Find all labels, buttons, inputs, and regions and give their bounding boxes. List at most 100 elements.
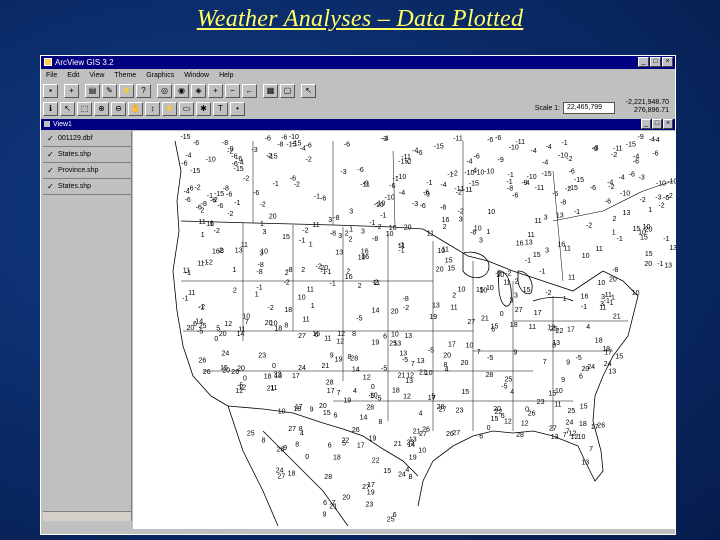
station-value-label: 11: [534, 218, 541, 225]
view-minimize-button[interactable]: _: [641, 119, 651, 129]
station-value-label: -2: [227, 211, 233, 218]
station-value-label: 10: [391, 332, 399, 339]
zoom-selected-icon[interactable]: ◈: [191, 83, 206, 98]
menu-graphics[interactable]: Graphics: [141, 70, 179, 82]
minimize-button[interactable]: _: [638, 57, 649, 67]
station-value-label: 2: [452, 293, 456, 300]
station-value-label: 10: [370, 392, 378, 399]
station-value-label: -2: [214, 228, 220, 235]
scale-input[interactable]: 22,465,799: [563, 102, 615, 114]
station-value-label: 24: [604, 361, 612, 368]
station-value-label: 4: [405, 467, 409, 474]
zoom-out-tool-icon[interactable]: ⊖: [111, 101, 126, 116]
hotlink-tool-icon[interactable]: ⚡: [162, 101, 177, 116]
station-value-label: -5: [487, 355, 493, 362]
zoom-in-icon[interactable]: +: [208, 83, 223, 98]
station-value-label: -6: [495, 135, 501, 142]
station-value-label: 12: [504, 419, 512, 426]
station-value-label: 23: [456, 407, 464, 414]
menu-window[interactable]: Window: [179, 70, 214, 82]
checkbox-icon[interactable]: ✓: [47, 151, 54, 159]
station-value-label: -4: [237, 159, 243, 166]
station-value-label: 13: [556, 213, 564, 220]
station-value-label: -8: [372, 236, 378, 243]
station-value-label: -15: [542, 171, 552, 178]
add-theme-icon[interactable]: +: [64, 83, 79, 98]
help-icon[interactable]: ↖: [301, 83, 316, 98]
station-value-label: -11: [453, 135, 463, 142]
draw-icon[interactable]: •: [230, 101, 245, 116]
station-value-label: -9: [521, 180, 527, 187]
save-icon[interactable]: ▪: [43, 83, 58, 98]
select-by-theme-icon[interactable]: ▦: [263, 83, 278, 98]
station-value-label: 10: [582, 253, 590, 260]
station-value-label: 27: [549, 425, 557, 432]
hot-link-icon[interactable]: ⚡: [119, 83, 134, 98]
area-select-icon[interactable]: ▭: [179, 101, 194, 116]
station-value-label: -6: [420, 203, 426, 210]
menu-edit[interactable]: Edit: [62, 70, 84, 82]
station-value-label: 1: [311, 303, 315, 310]
station-value-label: -5: [428, 348, 434, 355]
menu-help[interactable]: Help: [214, 70, 238, 82]
map-canvas[interactable]: 13 -2 2 10 20 24 -6 -10 1 5 -2 -1 -1 15 16 26 1 -4 -5 1 22 -8…: [133, 131, 676, 529]
menu-theme[interactable]: Theme: [109, 70, 141, 82]
station-value-label: 1: [648, 207, 652, 214]
station-value-label: 0: [487, 425, 491, 432]
station-value-label: -1: [561, 140, 567, 147]
theme-item[interactable]: ✓ Province.shp: [43, 163, 131, 179]
close-button[interactable]: ×: [662, 57, 673, 67]
checkbox-icon[interactable]: ✓: [47, 167, 54, 175]
measure-icon[interactable]: ↕: [145, 101, 160, 116]
theme-item[interactable]: ✓ States.shp: [43, 147, 131, 163]
vertex-edit-icon[interactable]: ⬚: [77, 101, 92, 116]
station-value-label: 12: [224, 321, 232, 328]
theme-properties-icon[interactable]: ▤: [85, 83, 100, 98]
station-value-label: 13: [551, 434, 559, 441]
view-maximize-button[interactable]: □: [652, 119, 662, 129]
station-value-label: -8: [222, 140, 228, 147]
station-value-label: 2: [349, 237, 353, 244]
maximize-button[interactable]: □: [650, 57, 661, 67]
clear-select-icon[interactable]: ▢: [280, 83, 295, 98]
query-icon[interactable]: ?: [136, 83, 151, 98]
zoom-previous-icon[interactable]: ←: [242, 83, 257, 98]
pointer-icon[interactable]: ↖: [60, 101, 75, 116]
legend-scrollbar[interactable]: [43, 511, 131, 521]
station-value-label: 7: [332, 500, 336, 507]
station-value-label: 11: [564, 245, 571, 252]
view-close-button[interactable]: ×: [663, 119, 673, 129]
app-titlebar: ArcView GIS 3.2 _ □ ×: [41, 56, 675, 69]
station-value-label: -6: [265, 135, 271, 142]
checkbox-icon[interactable]: ✓: [47, 183, 54, 191]
station-value-label: 28: [350, 355, 358, 362]
theme-item[interactable]: ✓ 001129.dbf: [43, 131, 131, 147]
station-value-label: -10: [509, 144, 519, 151]
text-icon[interactable]: T: [213, 101, 228, 116]
station-value-label: -8: [330, 231, 336, 238]
pan-icon[interactable]: ✋: [128, 101, 143, 116]
identify-icon[interactable]: ℹ: [43, 101, 58, 116]
station-value-label: -2: [194, 185, 200, 192]
station-value-label: 21: [394, 441, 402, 448]
label-icon[interactable]: ✱: [196, 101, 211, 116]
station-value-label: 15: [580, 403, 588, 410]
menu-view[interactable]: View: [84, 70, 109, 82]
zoom-full-icon[interactable]: ◎: [157, 83, 172, 98]
coord-x: -2,221,948.70: [625, 99, 669, 106]
checkbox-icon[interactable]: ✓: [47, 135, 54, 143]
zoom-in-tool-icon[interactable]: ⊕: [94, 101, 109, 116]
edit-legend-icon[interactable]: ✎: [102, 83, 117, 98]
station-value-label: 20: [265, 320, 273, 327]
station-value-label: 3: [361, 228, 365, 235]
station-value-label: 18: [264, 373, 272, 380]
menu-file[interactable]: File: [41, 70, 62, 82]
station-value-label: -1: [299, 237, 305, 244]
zoom-active-icon[interactable]: ◉: [174, 83, 189, 98]
zoom-out-icon[interactable]: −: [225, 83, 240, 98]
station-value-label: -6: [253, 190, 259, 197]
theme-item[interactable]: ✓ States.shp: [43, 179, 131, 195]
station-value-label: 23: [258, 352, 266, 359]
station-value-label: 4: [419, 410, 423, 417]
station-value-label: 20: [443, 353, 451, 360]
